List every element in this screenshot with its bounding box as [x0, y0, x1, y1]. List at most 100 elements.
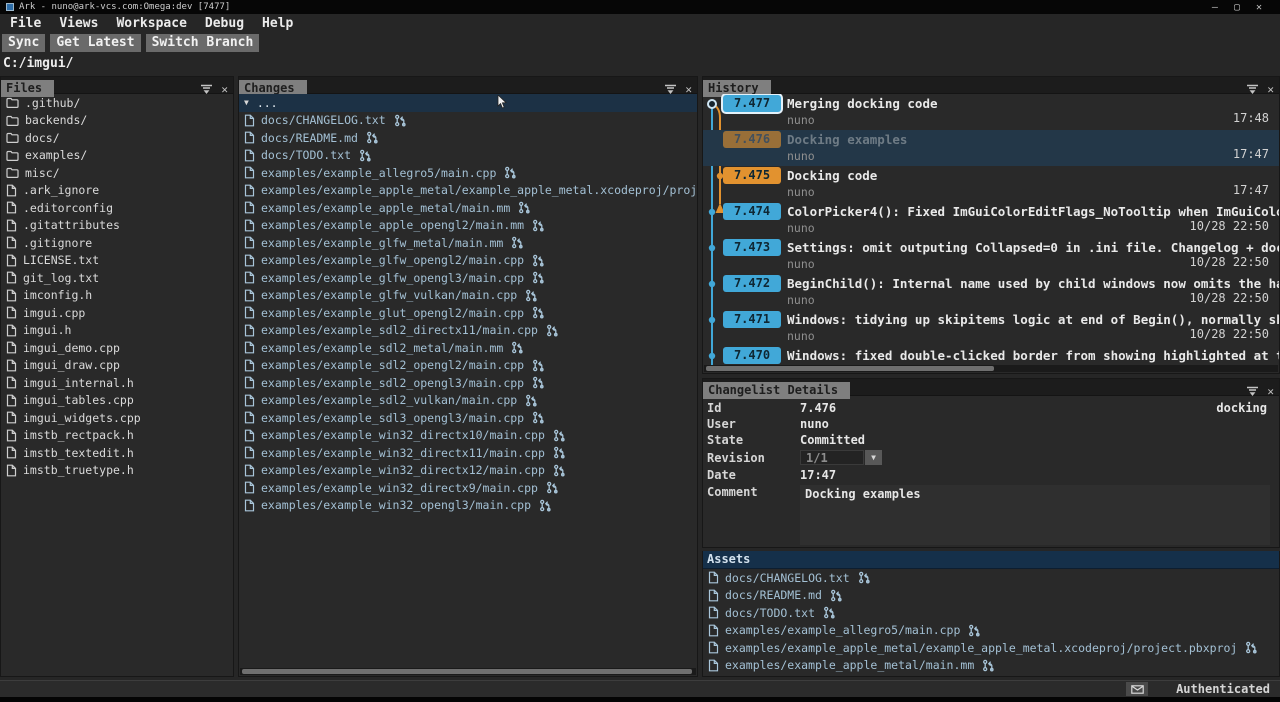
sync-button[interactable]: Sync — [2, 34, 45, 52]
file-row[interactable]: imgui.cpp — [1, 304, 233, 322]
file-row[interactable]: imstb_textedit.h — [1, 444, 233, 462]
revision-dropdown[interactable]: ▼ — [865, 450, 882, 465]
file-row[interactable]: imgui_tables.cpp — [1, 392, 233, 410]
file-row[interactable]: .gitattributes — [1, 217, 233, 235]
close-icon[interactable]: ✕ — [1267, 386, 1274, 397]
folder-row[interactable]: examples/ — [1, 147, 233, 165]
changed-file-row[interactable]: examples/example_glfw_opengl3/main.cpp — [239, 269, 697, 287]
folder-row[interactable]: backends/ — [1, 112, 233, 130]
switch-branch-button[interactable]: Switch Branch — [146, 34, 260, 52]
file-name: imstb_truetype.h — [23, 463, 134, 477]
file-row[interactable]: LICENSE.txt — [1, 252, 233, 270]
commit-id-badge[interactable]: 7.477 — [723, 95, 781, 112]
history-hscrollbar[interactable] — [704, 365, 1278, 372]
commit-row[interactable]: 7.471Windows: tidying up skipitems logic… — [703, 310, 1279, 346]
commit-title: Docking code — [787, 168, 1279, 183]
commit-row[interactable]: 7.473Settings: omit outputing Collapsed=… — [703, 238, 1279, 274]
maximize-button[interactable]: ▢ — [1234, 2, 1240, 13]
commit-row[interactable]: 7.474ColorPicker4(): Fixed ImGuiColorEdi… — [703, 202, 1279, 238]
file-row[interactable]: imgui_draw.cpp — [1, 357, 233, 375]
window-close-button[interactable]: ✕ — [1256, 2, 1262, 13]
asset-row[interactable]: docs/README.md — [703, 587, 1279, 605]
folder-row[interactable]: .github/ — [1, 94, 233, 112]
commit-row[interactable]: 7.472BeginChild(): Internal name used by… — [703, 274, 1279, 310]
menu-item-help[interactable]: Help — [262, 16, 293, 31]
filter-icon[interactable] — [1246, 382, 1259, 401]
minimize-button[interactable]: – — [1212, 2, 1218, 13]
changed-file-row[interactable]: examples/example_apple_metal/example_app… — [239, 182, 697, 200]
file-row[interactable]: imgui.h — [1, 322, 233, 340]
file-row[interactable]: git_log.txt — [1, 269, 233, 287]
file-row[interactable]: .ark_ignore — [1, 182, 233, 200]
tab-changelist-details[interactable]: Changelist Details — [703, 382, 850, 399]
commit-id-badge[interactable]: 7.470 — [723, 347, 781, 364]
file-row[interactable]: imstb_rectpack.h — [1, 427, 233, 445]
changes-list: ▼ ... docs/CHANGELOG.txtdocs/README.mddo… — [239, 94, 697, 666]
commit-row[interactable]: 7.470Windows: fixed double-clicked borde… — [703, 346, 1279, 366]
asset-row[interactable]: docs/TODO.txt — [703, 604, 1279, 622]
changed-file-row[interactable]: examples/example_apple_opengl2/main.mm — [239, 217, 697, 235]
file-name: imgui_widgets.cpp — [23, 411, 141, 425]
changed-file-row[interactable]: docs/README.md — [239, 129, 697, 147]
changed-file-row[interactable]: examples/example_win32_directx11/main.cp… — [239, 444, 697, 462]
file-row[interactable]: .editorconfig — [1, 199, 233, 217]
changed-file-row[interactable]: examples/example_sdl2_opengl3/main.cpp — [239, 374, 697, 392]
commit-row[interactable]: 7.477Merging docking codenuno17:48 — [703, 94, 1279, 130]
commit-id-badge[interactable]: 7.475 — [723, 167, 781, 184]
commit-row[interactable]: 7.475Docking codenuno17:47 — [703, 166, 1279, 202]
changed-file-row[interactable]: examples/example_win32_directx9/main.cpp — [239, 479, 697, 497]
commit-time: 10/28 22:50 — [1190, 327, 1269, 341]
changed-file-row[interactable]: examples/example_glut_opengl2/main.cpp — [239, 304, 697, 322]
changed-file-row[interactable]: examples/example_sdl2_opengl2/main.cpp — [239, 357, 697, 375]
folder-row[interactable]: misc/ — [1, 164, 233, 182]
changed-file-row[interactable]: examples/example_sdl2_vulkan/main.cpp — [239, 392, 697, 410]
changes-hscrollbar[interactable] — [240, 668, 696, 675]
file-row[interactable]: imgui_demo.cpp — [1, 339, 233, 357]
commit-id-badge[interactable]: 7.472 — [723, 275, 781, 292]
commit-id-badge[interactable]: 7.473 — [723, 239, 781, 256]
commit-id-badge[interactable]: 7.471 — [723, 311, 781, 328]
changed-file-row[interactable]: examples/example_glfw_opengl2/main.cpp — [239, 252, 697, 270]
changed-file-row[interactable]: examples/example_win32_opengl3/main.cpp — [239, 497, 697, 515]
asset-row[interactable]: examples/example_allegro5/main.cpp — [703, 622, 1279, 640]
comment-field[interactable]: Docking examples — [800, 485, 1270, 545]
get-latest-button[interactable]: Get Latest — [50, 34, 140, 52]
changed-file-row[interactable]: examples/example_sdl2_directx11/main.cpp — [239, 322, 697, 340]
mail-icon[interactable] — [1126, 682, 1148, 696]
commit-author: nuno — [787, 221, 815, 235]
commit-id-badge[interactable]: 7.474 — [723, 203, 781, 220]
file-name: imgui_draw.cpp — [23, 358, 120, 372]
file-icon — [6, 271, 17, 284]
commit-row[interactable]: 7.476Docking examplesnuno17:47 — [703, 130, 1279, 166]
asset-row[interactable]: docs/CHANGELOG.txt — [703, 569, 1279, 587]
changed-file-row[interactable]: examples/example_allegro5/main.cpp — [239, 164, 697, 182]
changed-file-row[interactable]: examples/example_win32_directx10/main.cp… — [239, 427, 697, 445]
commit-id-badge[interactable]: 7.476 — [723, 131, 781, 148]
changes-root-row[interactable]: ▼ ... — [239, 94, 697, 112]
changed-file-row[interactable]: docs/CHANGELOG.txt — [239, 112, 697, 130]
menu-item-file[interactable]: File — [10, 16, 41, 31]
asset-row[interactable]: examples/example_apple_metal/example_app… — [703, 639, 1279, 657]
asset-row[interactable]: examples/example_apple_opengl2/main.mm — [703, 674, 1279, 676]
changed-file-row[interactable]: examples/example_sdl3_opengl3/main.cpp — [239, 409, 697, 427]
changed-file-row[interactable]: examples/example_apple_metal/main.mm — [239, 199, 697, 217]
expander-icon[interactable]: ▼ — [244, 98, 249, 107]
file-row[interactable]: imstb_truetype.h — [1, 462, 233, 480]
file-row[interactable]: imgui_internal.h — [1, 374, 233, 392]
menu-item-views[interactable]: Views — [59, 16, 98, 31]
file-row[interactable]: imgui_widgets.cpp — [1, 409, 233, 427]
asset-row[interactable]: examples/example_apple_metal/main.mm — [703, 657, 1279, 675]
file-path: examples/example_allegro5/main.cpp — [261, 166, 496, 180]
user-value: nuno — [800, 417, 829, 431]
changed-file-row[interactable]: examples/example_win32_directx12/main.cp… — [239, 462, 697, 480]
branch-icon — [532, 219, 545, 232]
changed-file-row[interactable]: examples/example_glfw_vulkan/main.cpp — [239, 287, 697, 305]
changed-file-row[interactable]: docs/TODO.txt — [239, 147, 697, 165]
changed-file-row[interactable]: examples/example_glfw_metal/main.mm — [239, 234, 697, 252]
file-row[interactable]: imconfig.h — [1, 287, 233, 305]
changed-file-row[interactable]: examples/example_sdl2_metal/main.mm — [239, 339, 697, 357]
menu-item-debug[interactable]: Debug — [205, 16, 244, 31]
folder-row[interactable]: docs/ — [1, 129, 233, 147]
file-row[interactable]: .gitignore — [1, 234, 233, 252]
menu-item-workspace[interactable]: Workspace — [116, 16, 186, 31]
